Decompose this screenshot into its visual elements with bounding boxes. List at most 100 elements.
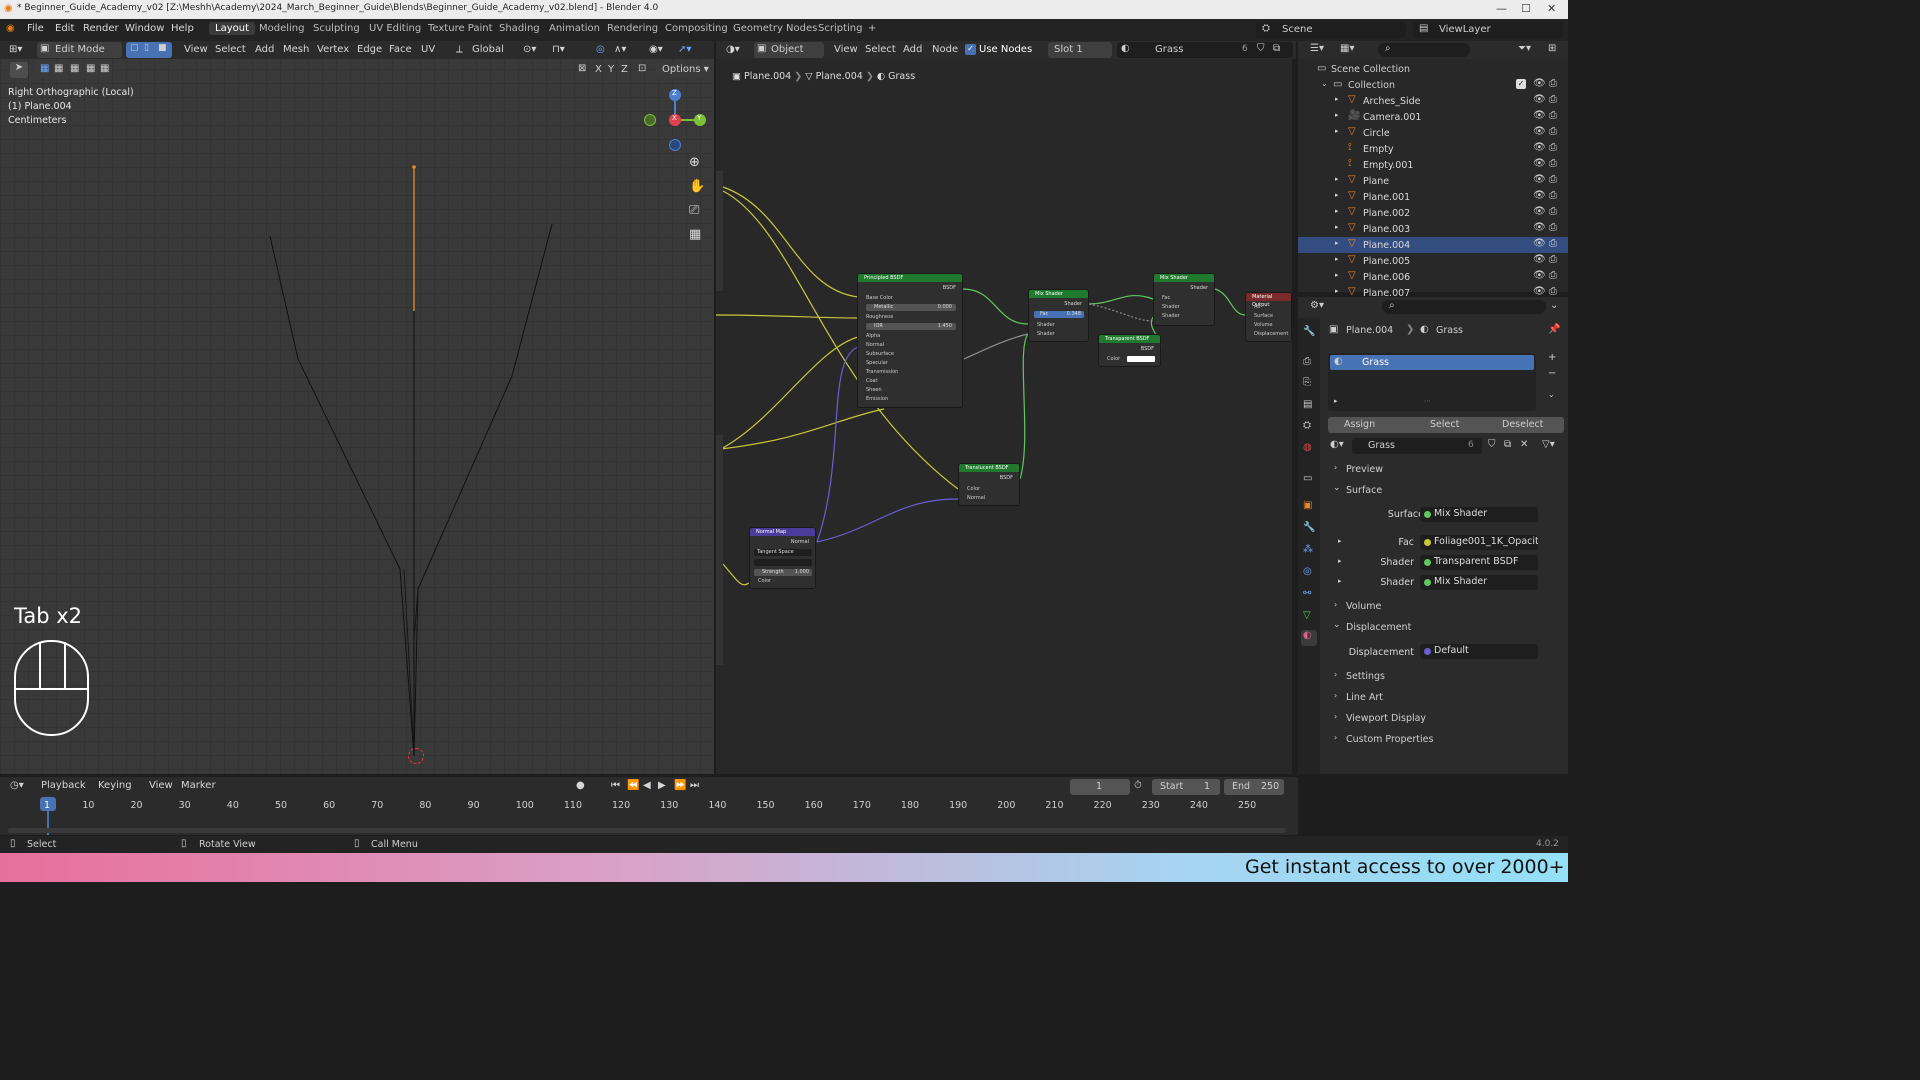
axis-z-toggle[interactable]: Z (621, 64, 628, 75)
slot-dropdown[interactable]: Slot 1 (1048, 42, 1112, 58)
principled-bsdf-node[interactable]: Principled BSDF BSDF Base Color Metallic… (857, 273, 963, 408)
tab-modeling[interactable]: Modeling (259, 23, 305, 34)
expand-icon[interactable]: ▸ (1335, 111, 1339, 119)
uv-map-field[interactable] (754, 559, 812, 566)
tab-rendering[interactable]: Rendering (607, 23, 658, 34)
constraints-tab-icon[interactable]: ⚯ (1303, 588, 1311, 599)
translucent-bsdf-node[interactable]: Translucent BSDF BSDF Color Normal (958, 463, 1020, 506)
view-layer-tab-icon[interactable]: ▤ (1303, 399, 1312, 410)
box-subtract-icon[interactable]: ▦ (70, 63, 79, 74)
ior-slider[interactable]: IOR 1.450 (866, 323, 956, 330)
outliner-item[interactable]: ▸ ▽ Circle 👁 ⎙ (1298, 125, 1568, 141)
zoom-icon[interactable]: ⊕ (689, 155, 700, 170)
visibility-eye-icon[interactable]: 👁 (1533, 254, 1546, 265)
mix1-fac-slider[interactable]: Fac 0.348 (1034, 311, 1084, 318)
tool-tab-icon[interactable]: 🔧 (1303, 326, 1315, 337)
tab-sculpting[interactable]: Sculpting (313, 23, 360, 34)
pan-hand-icon[interactable]: ✋ (689, 179, 705, 194)
collection-checkbox[interactable]: ✓ (1516, 79, 1526, 89)
tab-layout[interactable]: Layout (209, 22, 255, 35)
maximize-icon[interactable]: ☐ (1521, 2, 1531, 15)
tab-shading[interactable]: Shading (499, 23, 540, 34)
tab-scripting[interactable]: Scripting (818, 23, 862, 34)
outliner-type-icon[interactable]: ☰▾ (1310, 43, 1324, 54)
menu-face[interactable]: Face (389, 44, 412, 55)
expand-icon[interactable]: ▸ (1335, 207, 1339, 215)
editor-type-icon[interactable]: ⊞▾ (9, 44, 22, 55)
gizmo-icon[interactable]: ➚▾ (678, 44, 691, 55)
slot-list-resize-icon[interactable]: ⋯ (1424, 397, 1431, 405)
node-editor-type-icon[interactable]: ◑▾ (726, 44, 740, 55)
box-new-icon[interactable]: ▦ (40, 63, 49, 74)
line-art-panel-header[interactable]: › Line Art (1328, 690, 1564, 706)
preview-panel-header[interactable]: › Preview (1328, 462, 1564, 478)
axis-x-toggle[interactable]: X (595, 64, 602, 75)
play-reverse-icon[interactable]: ◀ (643, 780, 651, 791)
expand-icon[interactable]: ▸ (1335, 95, 1339, 103)
render-camera-icon[interactable]: ⎙ (1549, 158, 1557, 169)
playback-menu[interactable]: Playback (41, 780, 86, 791)
visibility-eye-icon[interactable]: 👁 (1533, 78, 1546, 89)
render-tab-icon[interactable]: ⎙ (1303, 356, 1311, 367)
output-tab-icon[interactable]: ⎘ (1303, 377, 1311, 388)
close-icon[interactable]: ✕ (1547, 2, 1556, 15)
vertex-select-icon[interactable]: ▢ (130, 43, 139, 53)
collapse-icon[interactable]: ⌄ (1321, 79, 1328, 88)
surface-shader-field[interactable]: Mix Shader (1420, 507, 1538, 522)
uv-sync-icon[interactable]: ⊡ (638, 63, 646, 74)
axis-y-toggle[interactable]: Y (608, 64, 614, 75)
preview-range-icon[interactable]: ⏱ (1134, 780, 1142, 791)
visibility-icon[interactable]: ◉▾ (649, 44, 663, 55)
menu-uv[interactable]: UV (421, 44, 435, 55)
outliner-item[interactable]: ▸ ▽ Plane.003 👁 ⎙ (1298, 221, 1568, 237)
expand-icon[interactable]: ▸ (1335, 287, 1339, 295)
unlink-icon[interactable]: ✕ (1520, 439, 1528, 450)
assign-button[interactable]: Assign (1344, 419, 1375, 430)
normal-space-dropdown[interactable]: Tangent Space (754, 549, 812, 556)
fake-user-icon[interactable]: ⛉ (1488, 439, 1496, 450)
pivot-icon[interactable]: ⊙▾ (523, 44, 536, 55)
modifier-tab-icon[interactable]: 🔧 (1303, 522, 1315, 533)
outliner-collection[interactable]: ⌄ ▭ Collection ✓ 👁 ⎙ (1298, 77, 1568, 93)
outliner-item[interactable]: ▸ 🎥 Camera.001 👁 ⎙ (1298, 109, 1568, 125)
box-intersect-icon[interactable]: ▦ (100, 63, 109, 74)
play-icon[interactable]: ▶ (658, 780, 666, 791)
menu-edge[interactable]: Edge (357, 44, 382, 55)
blender-menu-icon[interactable]: ◉ (6, 23, 15, 34)
render-camera-icon[interactable]: ⎙ (1549, 78, 1557, 89)
scene-selector[interactable]: ⛭ Scene (1256, 22, 1406, 38)
box-extend-icon[interactable]: ▦ (54, 63, 63, 74)
expand-icon[interactable]: ▸ (1335, 271, 1339, 279)
menu-add[interactable]: Add (255, 44, 274, 55)
render-camera-icon[interactable]: ⎙ (1549, 190, 1557, 201)
visibility-eye-icon[interactable]: 👁 (1533, 270, 1546, 281)
menu-file[interactable]: File (27, 23, 44, 34)
menu-mesh[interactable]: Mesh (283, 44, 309, 55)
material-tab-icon[interactable]: ◐ (1301, 630, 1317, 646)
outliner-item[interactable]: ▸ ▽ Plane.004 👁 ⎙ (1298, 237, 1568, 253)
mesh-data-tab-icon[interactable]: ▽ (1303, 610, 1311, 621)
render-camera-icon[interactable]: ⎙ (1549, 286, 1557, 297)
fac-expand-icon[interactable]: ▸ (1338, 537, 1342, 545)
render-camera-icon[interactable]: ⎙ (1549, 110, 1557, 121)
mix-shader-node-2[interactable]: Mix Shader Shader Fac Shader Shader (1153, 273, 1215, 326)
surface-panel-header[interactable]: ⌄ Surface (1328, 483, 1564, 499)
physics-tab-icon[interactable]: ◎ (1303, 566, 1312, 577)
properties-options-icon[interactable]: ⌄ (1550, 300, 1558, 311)
menu-vertex[interactable]: Vertex (317, 44, 349, 55)
face-select-icon[interactable]: ■ (158, 43, 167, 53)
pin-icon[interactable]: 📌 (1548, 324, 1560, 335)
menu-view[interactable]: View (184, 44, 208, 55)
start-frame-field[interactable]: Start 1 (1152, 779, 1220, 795)
properties-search-input[interactable]: ⌕ (1382, 300, 1546, 314)
tab-animation[interactable]: Animation (549, 23, 600, 34)
shader2-field[interactable]: Mix Shader (1420, 575, 1538, 590)
visibility-eye-icon[interactable]: 👁 (1533, 158, 1546, 169)
visibility-eye-icon[interactable]: 👁 (1533, 206, 1546, 217)
menu-help[interactable]: Help (171, 23, 194, 34)
proportional-edit-icon[interactable]: ◎ (596, 44, 605, 55)
navigation-gizmo[interactable]: Z X Y (640, 86, 712, 152)
snap-icon[interactable]: ⊓▾ (552, 44, 565, 55)
timeline-type-icon[interactable]: ◷▾ (10, 780, 24, 791)
node-menu-node[interactable]: Node (932, 44, 958, 55)
